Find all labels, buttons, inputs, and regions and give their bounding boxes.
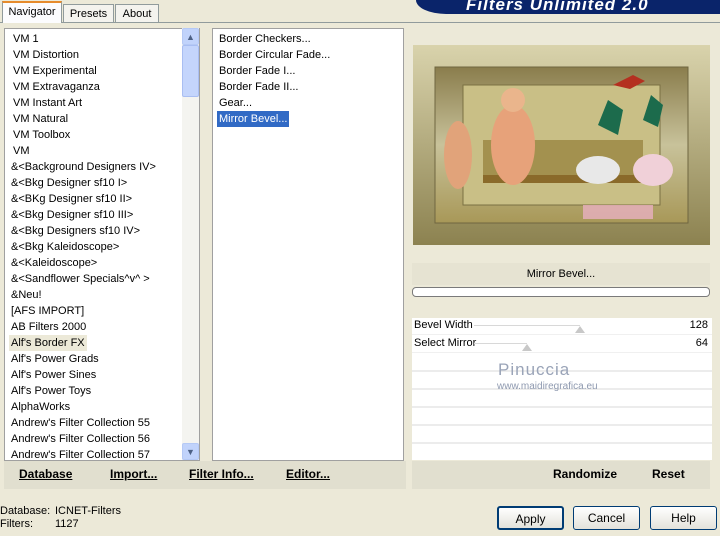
filter-item[interactable]: Mirror Bevel... [215, 110, 291, 128]
category-item[interactable]: &<BKg Designer sf10 II> [9, 191, 134, 207]
category-item[interactable]: [AFS IMPORT] [9, 303, 86, 319]
watermark-name: Pinuccia [498, 360, 571, 379]
param-label: Select Mirror [414, 337, 477, 349]
category-item[interactable]: VM Distortion [11, 47, 81, 63]
category-item[interactable]: &<Bkg Designer sf10 I> [9, 175, 129, 191]
param-value: 64 [695, 337, 708, 349]
category-item[interactable]: Alf's Power Toys [9, 383, 93, 399]
database-status-label: Database: [0, 505, 51, 517]
cancel-button[interactable]: Cancel [573, 506, 640, 530]
param-slider-fill [474, 343, 527, 344]
category-item[interactable]: VM [11, 143, 32, 159]
database-status-value: ICNET-Filters [55, 505, 121, 517]
category-item[interactable]: &<Kaleidoscope> [9, 255, 99, 271]
category-item[interactable]: AB Filters 2000 [9, 319, 88, 335]
param-row-bevel-width[interactable]: Bevel Width 128 [412, 318, 712, 335]
progress-bar [412, 287, 710, 297]
category-list[interactable]: VM 1 VM Distortion VM Experimental VM Extra… [4, 28, 200, 461]
help-button[interactable]: Help [650, 506, 717, 530]
category-item[interactable]: Andrew's Filter Collection 56 [9, 431, 152, 447]
preview-artwork [413, 45, 710, 245]
tab-presets[interactable]: Presets [63, 4, 114, 22]
category-item[interactable]: Andrew's Filter Collection 57 [9, 447, 152, 460]
category-item[interactable]: &<Bkg Kaleidoscope> [9, 239, 121, 255]
category-item[interactable]: VM Toolbox [11, 127, 72, 143]
category-item[interactable]: &Neu! [9, 287, 44, 303]
category-item[interactable]: VM Extravaganza [11, 79, 102, 95]
param-slider-fill [474, 325, 580, 326]
filter-item[interactable]: Border Checkers... [217, 31, 313, 47]
category-item[interactable]: &<Background Designers IV> [9, 159, 158, 175]
category-item[interactable]: VM Instant Art [11, 95, 84, 111]
category-item[interactable]: Andrew's Filter Collection 55 [9, 415, 152, 431]
filters-count-value: 1127 [55, 518, 79, 530]
category-item[interactable]: &<Bkg Designers sf10 IV> [9, 223, 142, 239]
category-item[interactable]: VM Experimental [11, 63, 99, 79]
import-button[interactable]: Import... [110, 467, 157, 481]
current-filter-label: Mirror Bevel... [412, 263, 710, 285]
filter-item[interactable]: Border Circular Fade... [217, 47, 332, 63]
filter-list[interactable]: Border Checkers... Border Circular Fade..… [212, 28, 404, 461]
scroll-down-icon[interactable]: ▼ [182, 443, 199, 460]
param-slider-track[interactable] [474, 318, 686, 334]
scroll-up-icon[interactable]: ▲ [182, 28, 199, 45]
param-slider-track[interactable] [474, 336, 686, 352]
filters-count-label: Filters: [0, 518, 33, 530]
app-title: Filters Unlimited 2.0 [466, 0, 649, 14]
randomize-button[interactable]: Randomize [553, 467, 617, 481]
category-item[interactable]: VM 1 [11, 31, 41, 47]
editor-button[interactable]: Editor... [286, 467, 330, 481]
apply-button[interactable]: Apply [497, 506, 564, 530]
filter-item[interactable]: Border Fade II... [217, 79, 300, 95]
param-slider-thumb[interactable] [522, 344, 532, 351]
filter-item[interactable]: Gear... [217, 95, 254, 111]
category-scrollbar[interactable]: ▲ ▼ [182, 28, 199, 460]
category-item[interactable]: AlphaWorks [9, 399, 72, 415]
watermark-site: www.maidiregrafica.eu [497, 381, 598, 392]
tab-about[interactable]: About [115, 4, 159, 22]
param-slider-thumb[interactable] [575, 326, 585, 333]
preview-image [413, 45, 710, 245]
category-item[interactable]: VM Natural [11, 111, 70, 127]
filter-item[interactable]: Border Fade I... [217, 63, 297, 79]
reset-button[interactable]: Reset [652, 467, 685, 481]
category-item[interactable]: &<Sandflower Specials^v^ > [9, 271, 152, 287]
param-label: Bevel Width [414, 319, 473, 331]
scroll-thumb[interactable] [182, 45, 199, 97]
param-row-select-mirror[interactable]: Select Mirror 64 [412, 336, 712, 353]
category-item[interactable]: Alf's Border FX [9, 335, 87, 351]
filter-info-button[interactable]: Filter Info... [189, 467, 254, 481]
tab-navigator[interactable]: Navigator [2, 1, 62, 23]
category-item[interactable]: Alf's Power Grads [9, 351, 101, 367]
database-button[interactable]: Database [19, 467, 72, 481]
param-value: 128 [689, 319, 708, 331]
category-item[interactable]: &<Bkg Designer sf10 III> [9, 207, 135, 223]
category-item[interactable]: Alf's Power Sines [9, 367, 98, 383]
